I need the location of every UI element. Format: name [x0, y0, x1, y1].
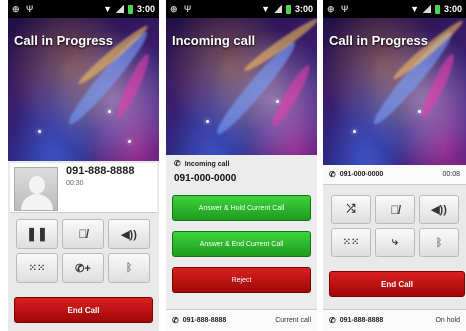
mute-button[interactable]: 🎙̸ [375, 195, 415, 224]
phone-icon: ✆ [329, 170, 336, 179]
status-bar: ⊕ Ψ ▼ 3:00 [323, 0, 466, 18]
current-call-status: Current call [275, 317, 311, 324]
call-panel: 091-888-8888 00:30 ❚❚ 🎙̸ ◀)) ⁙⁙ ✆+ ᛒ End… [8, 161, 159, 331]
battery-icon [434, 4, 440, 14]
signal-icon [422, 5, 431, 13]
screen-title: Call in Progress [329, 33, 428, 48]
active-call-number: 091-000-0000 [339, 171, 384, 178]
clock: 3:00 [136, 4, 155, 14]
held-call-status: On hold [435, 317, 460, 324]
signal-icon [273, 5, 282, 13]
contact-card: 091-888-8888 00:30 [10, 163, 157, 213]
swap-calls-icon: ⤮ [346, 203, 356, 215]
avatar [14, 167, 58, 211]
phone-icon: ✆ [329, 316, 336, 325]
call-in-progress-screen: ⊕ Ψ ▼ 3:00 Call in Progress 091-888-8888… [8, 0, 159, 331]
bluetooth-icon: ᛒ [435, 236, 443, 249]
phone-icon: ✆ [174, 159, 181, 168]
speaker-button[interactable]: ◀)) [419, 195, 459, 224]
speaker-icon: ◀)) [431, 204, 447, 216]
current-call-bar: ✆ 091-888-8888 Current call [166, 309, 317, 331]
answer-hold-button[interactable]: Answer & Hold Current Call [172, 195, 311, 221]
clock: 3:00 [294, 4, 313, 14]
add-call-icon: ✆+ [75, 262, 91, 275]
call-in-progress-hold-screen: ⊕ Ψ ▼ 3:00 Call in Progress ✆ 091-000-00… [323, 0, 466, 331]
notification-icons: ⊕ Ψ [170, 3, 194, 14]
mute-mic-icon: 🎙̸ [78, 227, 88, 241]
active-call-time: 00:08 [442, 171, 460, 178]
held-call-number: 091-888-8888 [339, 317, 384, 324]
call-duration: 00:30 [66, 180, 84, 187]
incoming-panel: ✆ Incoming call 091-000-0000 Answer & Hol… [166, 155, 317, 331]
dialpad-button[interactable]: ⁙⁙ [331, 228, 371, 257]
current-call-number: 091-888-8888 [182, 317, 227, 324]
phone-icon: ✆ [172, 316, 179, 325]
mute-mic-icon: 🎙̸ [390, 202, 400, 217]
merge-calls-button[interactable]: ⤷ [375, 228, 415, 257]
merge-calls-icon: ⤷ [391, 236, 399, 248]
held-call-bar: ✆ 091-888-8888 On hold [323, 309, 466, 331]
incoming-header: ✆ Incoming call [174, 159, 230, 168]
dialpad-icon: ⁙⁙ [28, 262, 46, 274]
notification-icons: ⊕ Ψ [12, 3, 36, 14]
end-call-button[interactable]: End Call [329, 271, 465, 297]
call-panel: ✆ 091-000-0000 00:08 ⤮ 🎙̸ ◀)) ⁙⁙ ⤷ ᛒ End… [323, 165, 466, 331]
pause-icon: ❚❚ [26, 226, 48, 241]
status-bar: ⊕ Ψ ▼ 3:00 [166, 0, 317, 18]
battery-icon [285, 4, 291, 14]
clock: 3:00 [443, 4, 462, 14]
signal-icon [115, 5, 124, 13]
call-controls: ⤮ 🎙̸ ◀)) ⁙⁙ ⤷ ᛒ [331, 195, 459, 257]
bluetooth-button[interactable]: ᛒ [419, 228, 459, 257]
speaker-icon: ◀)) [121, 228, 137, 241]
wifi-icon: ▼ [261, 4, 270, 14]
reject-button[interactable]: Reject [172, 267, 311, 293]
pause-button[interactable]: ❚❚ [16, 219, 58, 249]
contact-number: 091-888-8888 [66, 165, 135, 177]
bluetooth-icon: ᛒ [125, 262, 133, 274]
wifi-icon: ▼ [103, 4, 112, 14]
swap-calls-button[interactable]: ⤮ [331, 195, 371, 224]
answer-end-button[interactable]: Answer & End Current Call [172, 231, 311, 257]
call-controls: ❚❚ 🎙̸ ◀)) ⁙⁙ ✆+ ᛒ [16, 219, 150, 283]
active-call-bar: ✆ 091-000-0000 00:08 [323, 165, 466, 185]
speaker-button[interactable]: ◀)) [108, 219, 150, 249]
screen-title: Call in Progress [14, 33, 113, 48]
mute-button[interactable]: 🎙̸ [62, 219, 104, 249]
screen-title: Incoming call [172, 33, 256, 48]
add-call-button[interactable]: ✆+ [62, 253, 104, 283]
wifi-icon: ▼ [410, 4, 419, 14]
end-call-button[interactable]: End Call [14, 297, 153, 323]
incoming-call-screen: ⊕ Ψ ▼ 3:00 Incoming call ✆ Incoming call … [166, 0, 317, 331]
bluetooth-button[interactable]: ᛒ [108, 253, 150, 283]
dialpad-icon: ⁙⁙ [342, 237, 360, 248]
battery-icon [127, 4, 133, 14]
incoming-number: 091-000-0000 [174, 173, 237, 184]
status-bar: ⊕ Ψ ▼ 3:00 [8, 0, 159, 18]
notification-icons: ⊕ Ψ [327, 3, 351, 14]
dialpad-button[interactable]: ⁙⁙ [16, 253, 58, 283]
